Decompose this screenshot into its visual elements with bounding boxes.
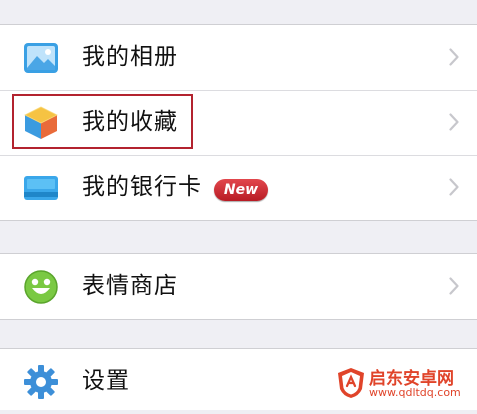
shield-logo-icon — [338, 368, 364, 398]
chevron-right-icon — [449, 113, 459, 131]
menu-group-emoticons: 表情商店 — [0, 253, 477, 320]
bank-card-icon — [24, 176, 58, 200]
gear-icon — [24, 365, 58, 399]
menu-item-sticker-store[interactable]: 表情商店 — [0, 254, 477, 319]
chevron-right-icon — [449, 178, 459, 196]
chevron-right-icon — [449, 277, 459, 295]
new-badge: New — [214, 179, 268, 201]
menu-item-label: 表情商店 — [82, 273, 178, 299]
smiley-face-icon — [24, 270, 58, 304]
chevron-right-icon — [449, 48, 459, 66]
photo-album-icon — [24, 43, 58, 73]
menu-item-my-album[interactable]: 我的相册 — [0, 25, 477, 90]
menu-item-label: 我的银行卡 — [82, 174, 202, 200]
watermark: 启东安卓网 www.qdltdq.com — [337, 363, 467, 403]
menu-item-label: 我的相册 — [82, 44, 178, 70]
watermark-url: www.qdltdq.com — [369, 386, 461, 399]
highlight-box — [12, 94, 193, 149]
menu-item-label: 设置 — [82, 368, 130, 394]
